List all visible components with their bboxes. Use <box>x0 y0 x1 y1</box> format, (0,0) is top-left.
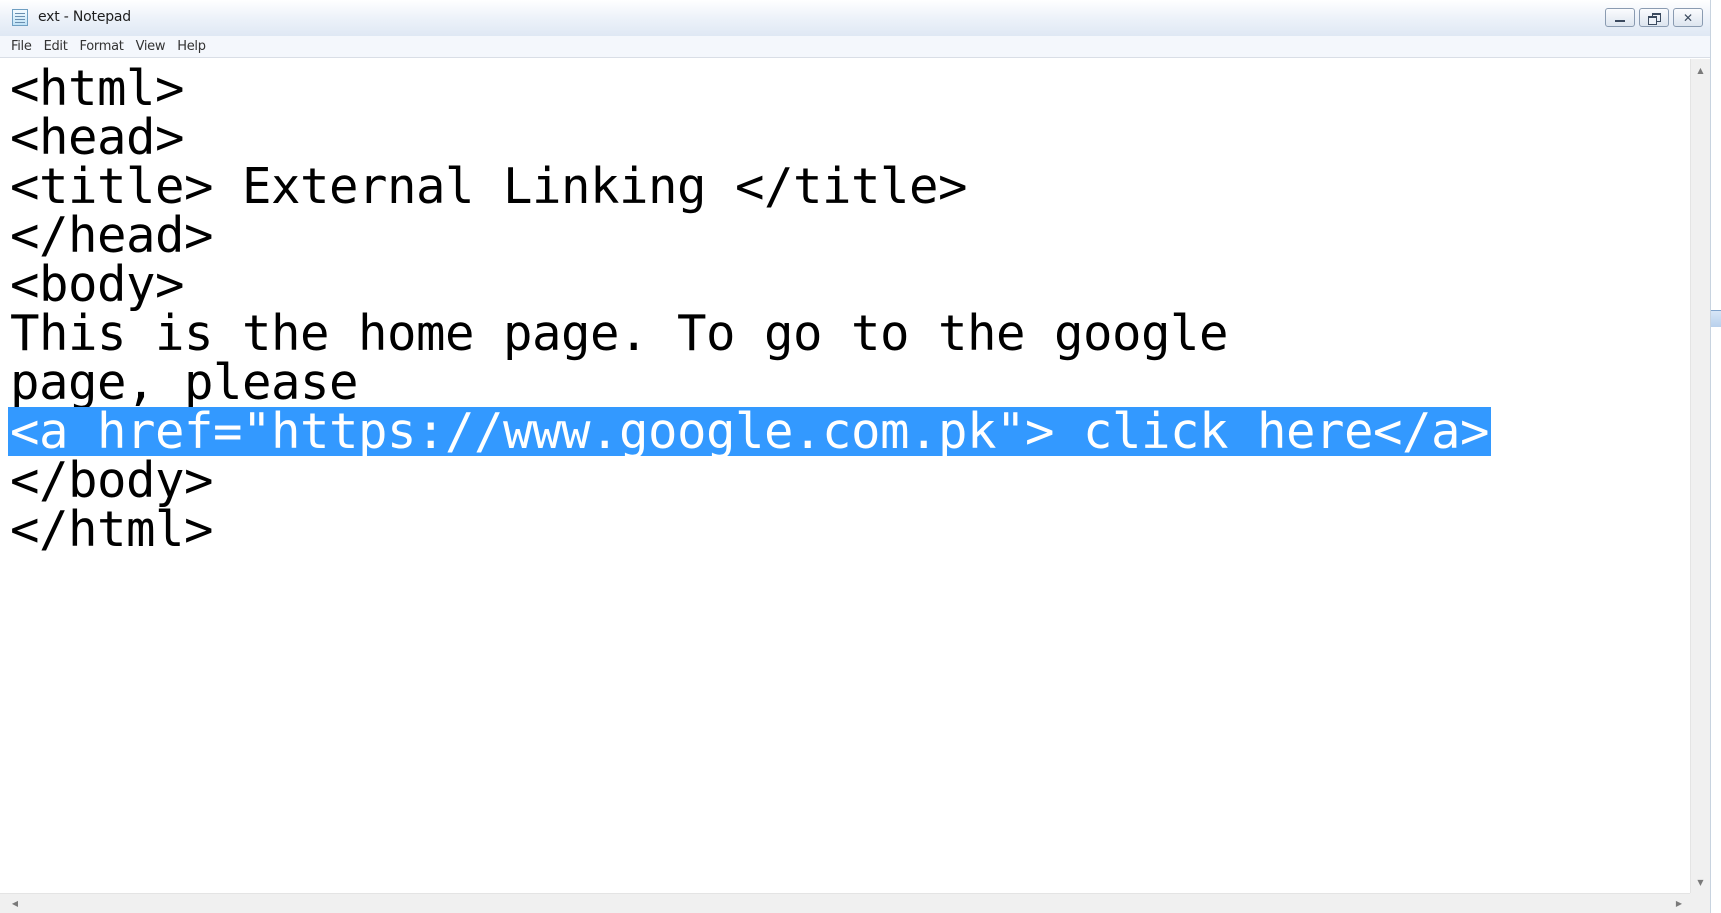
menu-view[interactable]: View <box>130 39 172 54</box>
close-icon: ✕ <box>1682 10 1694 25</box>
restore-icon <box>1648 12 1661 25</box>
scrollbar-corner <box>1690 893 1710 913</box>
scroll-up-icon[interactable]: ▲ <box>1691 61 1710 79</box>
editor-line[interactable]: <body> <box>10 260 185 309</box>
scroll-left-icon[interactable]: ◀ <box>6 894 24 913</box>
text-editor-area[interactable]: <html> <head> <title> External Linking <… <box>0 59 1690 893</box>
editor-line[interactable]: <head> <box>10 113 185 162</box>
editor-line[interactable]: <title> External Linking </title> <box>10 162 968 211</box>
minimize-icon <box>1615 20 1625 22</box>
scroll-right-icon[interactable]: ▶ <box>1670 894 1688 913</box>
close-button[interactable]: ✕ <box>1673 8 1703 27</box>
minimize-button[interactable] <box>1605 8 1635 27</box>
notepad-window: ext - Notepad ✕ File Edit Format View He… <box>0 0 1721 913</box>
menu-bar: File Edit Format View Help <box>0 36 1721 58</box>
restore-button[interactable] <box>1639 8 1669 27</box>
editor-line[interactable]: </html> <box>10 505 214 554</box>
window-title: ext - Notepad <box>38 9 131 25</box>
menu-edit[interactable]: Edit <box>38 39 74 54</box>
notepad-icon[interactable] <box>12 9 28 26</box>
editor-line[interactable]: </body> <box>10 456 214 505</box>
editor-line[interactable]: This is the home page. To go to the goog… <box>10 309 1229 358</box>
menu-help[interactable]: Help <box>171 39 211 54</box>
editor-line[interactable]: page, please <box>10 358 359 407</box>
editor-line-selected[interactable]: <a href="https://www.google.com.pk"> cli… <box>8 407 1492 456</box>
menu-file[interactable]: File <box>5 39 38 54</box>
vertical-scrollbar[interactable]: ▲ ▼ <box>1690 59 1710 893</box>
editor-line[interactable]: <html> <box>10 64 185 113</box>
horizontal-scrollbar[interactable]: ◀ ▶ <box>0 893 1690 913</box>
editor-line[interactable]: </head> <box>10 211 214 260</box>
background-window-edge <box>1710 0 1721 913</box>
title-bar[interactable]: ext - Notepad ✕ <box>0 0 1721 37</box>
background-window-mark <box>1711 310 1721 327</box>
scroll-down-icon[interactable]: ▼ <box>1691 873 1710 891</box>
caption-buttons: ✕ <box>1605 8 1703 27</box>
menu-format[interactable]: Format <box>74 39 130 54</box>
